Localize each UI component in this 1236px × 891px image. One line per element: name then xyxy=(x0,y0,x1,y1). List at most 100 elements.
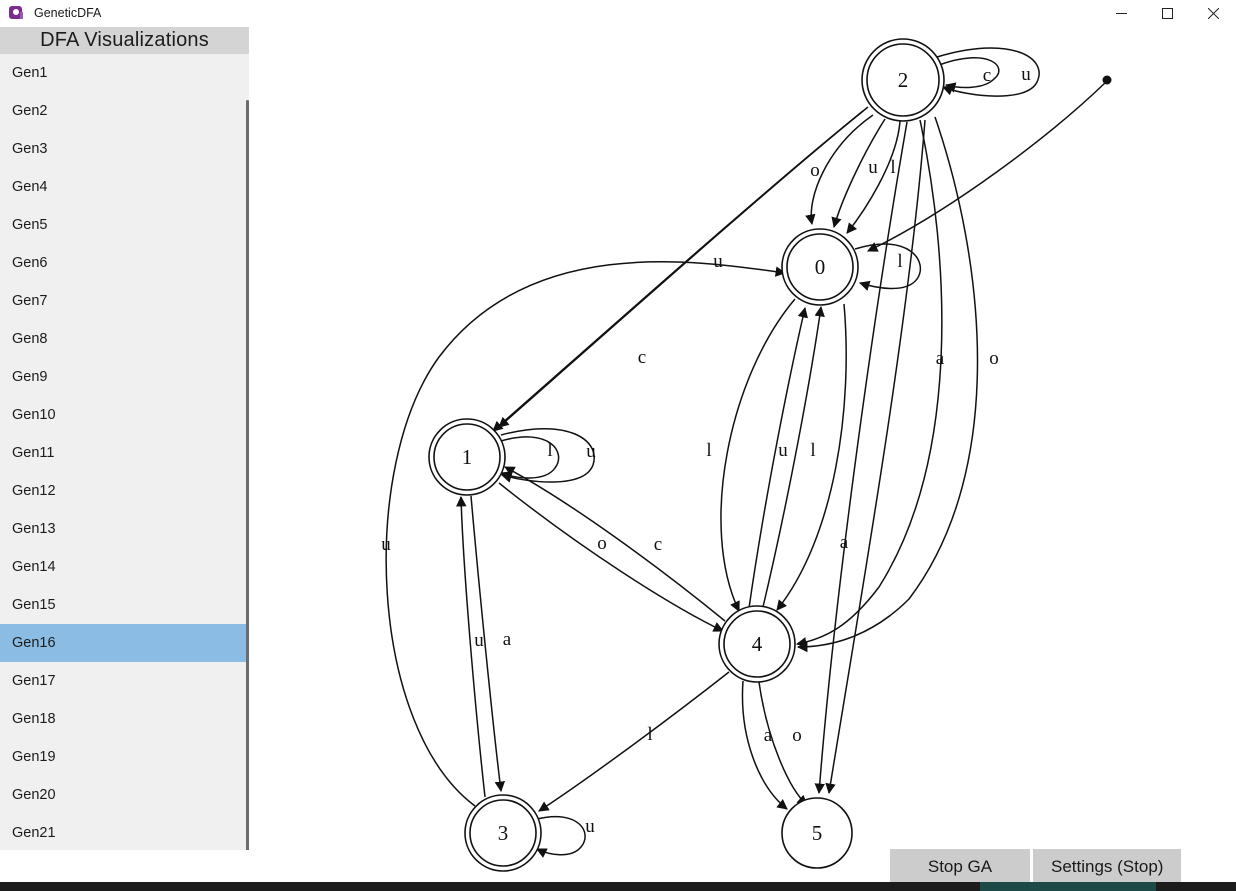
sidebar-item-gen8[interactable]: Gen8 xyxy=(0,320,249,358)
sidebar-item-gen10[interactable]: Gen10 xyxy=(0,396,249,434)
dfa-node-label: 0 xyxy=(815,255,826,279)
edge-2-0-o xyxy=(805,114,874,226)
dfa-edge-label: u xyxy=(868,157,878,178)
maximize-icon[interactable] xyxy=(1144,0,1190,27)
sidebar-item-gen18[interactable]: Gen18 xyxy=(0,700,249,738)
edge-2-5-v1 xyxy=(814,121,908,795)
sidebar-item-label: Gen4 xyxy=(12,179,48,195)
dfa-edge-label: u xyxy=(586,441,596,462)
dfa-node-label: 3 xyxy=(498,821,509,845)
dfa-edge-label: u xyxy=(713,251,723,272)
edge-2-4-a xyxy=(795,119,943,648)
sidebar-item-label: Gen19 xyxy=(12,749,56,765)
sidebar-item-gen15[interactable]: Gen15 xyxy=(0,586,249,624)
dfa-edge-label: u xyxy=(778,440,788,461)
edge-2-5-v2 xyxy=(825,119,926,795)
sidebar-item-label: Gen13 xyxy=(12,521,56,537)
dfa-node-label: 2 xyxy=(898,68,909,92)
stop-ga-button[interactable]: Stop GA xyxy=(890,849,1030,885)
sidebar-item-label: Gen10 xyxy=(12,407,56,423)
sidebar-item-gen21[interactable]: Gen21 xyxy=(0,814,249,850)
window-title: GeneticDFA xyxy=(34,6,102,20)
sidebar-item-gen11[interactable]: Gen11 xyxy=(0,434,249,472)
edge-3-3-u xyxy=(536,815,586,858)
dfa-edge-label: u xyxy=(585,816,595,837)
dfa-node-5[interactable]: 5 xyxy=(781,797,853,869)
sidebar-item-gen9[interactable]: Gen9 xyxy=(0,358,249,396)
edge-2-4-o xyxy=(796,116,979,653)
sidebar-item-label: Gen11 xyxy=(12,445,55,461)
sidebar-item-gen20[interactable]: Gen20 xyxy=(0,776,249,814)
dfa-node-4[interactable]: 4 xyxy=(718,605,796,683)
edge-4-0-u xyxy=(748,306,808,609)
sidebar-item-gen16[interactable]: Gen16 xyxy=(0,624,249,662)
edge-4-3-l xyxy=(538,671,730,812)
sidebar-item-label: Gen20 xyxy=(12,787,56,803)
sidebar-item-label: Gen6 xyxy=(12,255,48,271)
dfa-edge-label: o xyxy=(597,533,607,554)
sidebar-item-label: Gen7 xyxy=(12,293,48,309)
dfa-node-3[interactable]: 3 xyxy=(464,794,542,872)
dfa-edge-label: l xyxy=(706,440,711,461)
sidebar-title: DFA Visualizations xyxy=(0,27,249,54)
sidebar-item-label: Gen14 xyxy=(12,559,56,575)
close-icon[interactable] xyxy=(1190,0,1236,27)
dfa-edge-label: o xyxy=(989,348,999,369)
edge-3-0-u xyxy=(385,261,787,807)
node-layer: 0 1 2 3 4 5 xyxy=(428,38,945,872)
sidebar-item-gen4[interactable]: Gen4 xyxy=(0,168,249,206)
sidebar-item-gen19[interactable]: Gen19 xyxy=(0,738,249,776)
dfa-edge-label: l xyxy=(890,157,895,178)
dfa-node-2[interactable]: 2 xyxy=(861,38,945,122)
dfa-edge-label: c xyxy=(654,534,662,555)
app-icon xyxy=(9,5,25,22)
sidebar-item-gen2[interactable]: Gen2 xyxy=(0,92,249,130)
sidebar-item-gen13[interactable]: Gen13 xyxy=(0,510,249,548)
sidebar-item-label: Gen17 xyxy=(12,673,56,689)
sidebar-item-label: Gen12 xyxy=(12,483,56,499)
sidebar-item-gen3[interactable]: Gen3 xyxy=(0,130,249,168)
sidebar-item-gen12[interactable]: Gen12 xyxy=(0,472,249,510)
sidebar-item-label: Gen5 xyxy=(12,217,48,233)
sidebar-item-gen17[interactable]: Gen17 xyxy=(0,662,249,700)
dfa-graph: 012345 c uo u llucl u l u la ou o c au al a ou xyxy=(381,38,1112,872)
dfa-edge-label: l xyxy=(547,440,552,461)
bottom-accent-strip xyxy=(980,882,1156,891)
dfa-canvas[interactable]: 012345 cuoulluclululaouocaualaou xyxy=(249,27,1236,882)
sidebar-item-gen5[interactable]: Gen5 xyxy=(0,206,249,244)
sidebar-item-label: Gen15 xyxy=(12,597,56,613)
dfa-edge-label: c xyxy=(638,347,646,368)
dfa-edge-label: o xyxy=(810,160,820,181)
sidebar-item-label: Gen1 xyxy=(12,65,48,81)
action-button-bar: Stop GA Settings (Stop) xyxy=(890,849,1182,885)
edge-1-4-o xyxy=(498,482,724,632)
dfa-node-label: 5 xyxy=(812,821,823,845)
sidebar-item-label: Gen8 xyxy=(12,331,48,347)
minimize-icon[interactable] xyxy=(1098,0,1144,27)
dfa-edge-label: c xyxy=(983,65,991,86)
sidebar-item-label: Gen3 xyxy=(12,141,48,157)
settings-button[interactable]: Settings (Stop) xyxy=(1033,849,1182,885)
dfa-edge-label: l xyxy=(647,724,652,745)
edge-4-1-c xyxy=(504,466,726,622)
sidebar-item-gen7[interactable]: Gen7 xyxy=(0,282,249,320)
dfa-edge-label: a xyxy=(764,725,773,746)
dfa-edge-label: a xyxy=(936,348,945,369)
sidebar-item-gen1[interactable]: Gen1 xyxy=(0,54,249,92)
generation-list[interactable]: Gen1 Gen2 Gen3 Gen4 Gen5 Gen6 Gen7 Gen8 Gen9 Gen1… xyxy=(0,54,249,850)
dfa-edge-label: u xyxy=(474,630,484,651)
dfa-edge-label: u xyxy=(1021,64,1031,85)
sidebar-item-label: Gen18 xyxy=(12,711,56,727)
dfa-edge-label: l xyxy=(897,251,902,272)
sidebar-item-gen6[interactable]: Gen6 xyxy=(0,244,249,282)
dfa-node-1[interactable]: 1 xyxy=(428,418,506,496)
dfa-edge-label: l xyxy=(810,440,815,461)
sidebar-item-label: Gen2 xyxy=(12,103,48,119)
sidebar-item-gen14[interactable]: Gen14 xyxy=(0,548,249,586)
dfa-node-0[interactable]: 0 xyxy=(781,228,859,306)
dfa-edge-label: o xyxy=(792,725,802,746)
dfa-edge-label: a xyxy=(503,629,512,650)
dfa-node-label: 1 xyxy=(462,445,473,469)
window-title-bar: GeneticDFA xyxy=(0,0,1236,27)
window-controls xyxy=(1098,0,1236,27)
